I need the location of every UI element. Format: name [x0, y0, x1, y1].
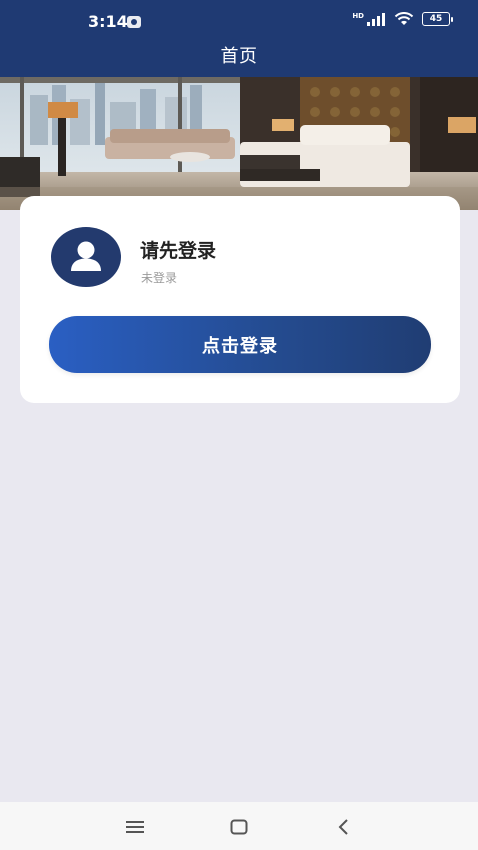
profile-card: 请先登录 未登录 点击登录	[20, 196, 460, 403]
top-bar: 3:14 HD 45 首页	[0, 0, 478, 77]
login-button[interactable]: 点击登录	[49, 316, 431, 373]
login-status: 未登录	[141, 271, 178, 285]
user-icon	[71, 241, 101, 271]
status-indicators: HD 45	[352, 11, 453, 26]
user-name: 请先登录	[140, 240, 217, 262]
home-square-icon[interactable]	[228, 816, 250, 838]
wifi-icon	[394, 12, 414, 25]
hd-label: HD	[352, 11, 364, 20]
back-chevron-icon[interactable]	[333, 816, 355, 838]
system-nav-bar	[0, 802, 478, 850]
signal-icon	[367, 13, 385, 26]
menu-icon[interactable]	[124, 816, 146, 838]
notification-icon	[127, 16, 141, 28]
battery-icon: 45	[422, 12, 453, 26]
screen: 3:14 HD 45 首页 请先登录 未登录 点击登录	[0, 0, 478, 850]
hotel-banner-image	[0, 77, 478, 210]
hotel-room-illustration	[0, 77, 478, 210]
page-title: 首页	[220, 46, 258, 67]
status-time: 3:14	[88, 12, 128, 31]
battery-level: 45	[429, 14, 443, 24]
avatar[interactable]	[51, 227, 121, 287]
